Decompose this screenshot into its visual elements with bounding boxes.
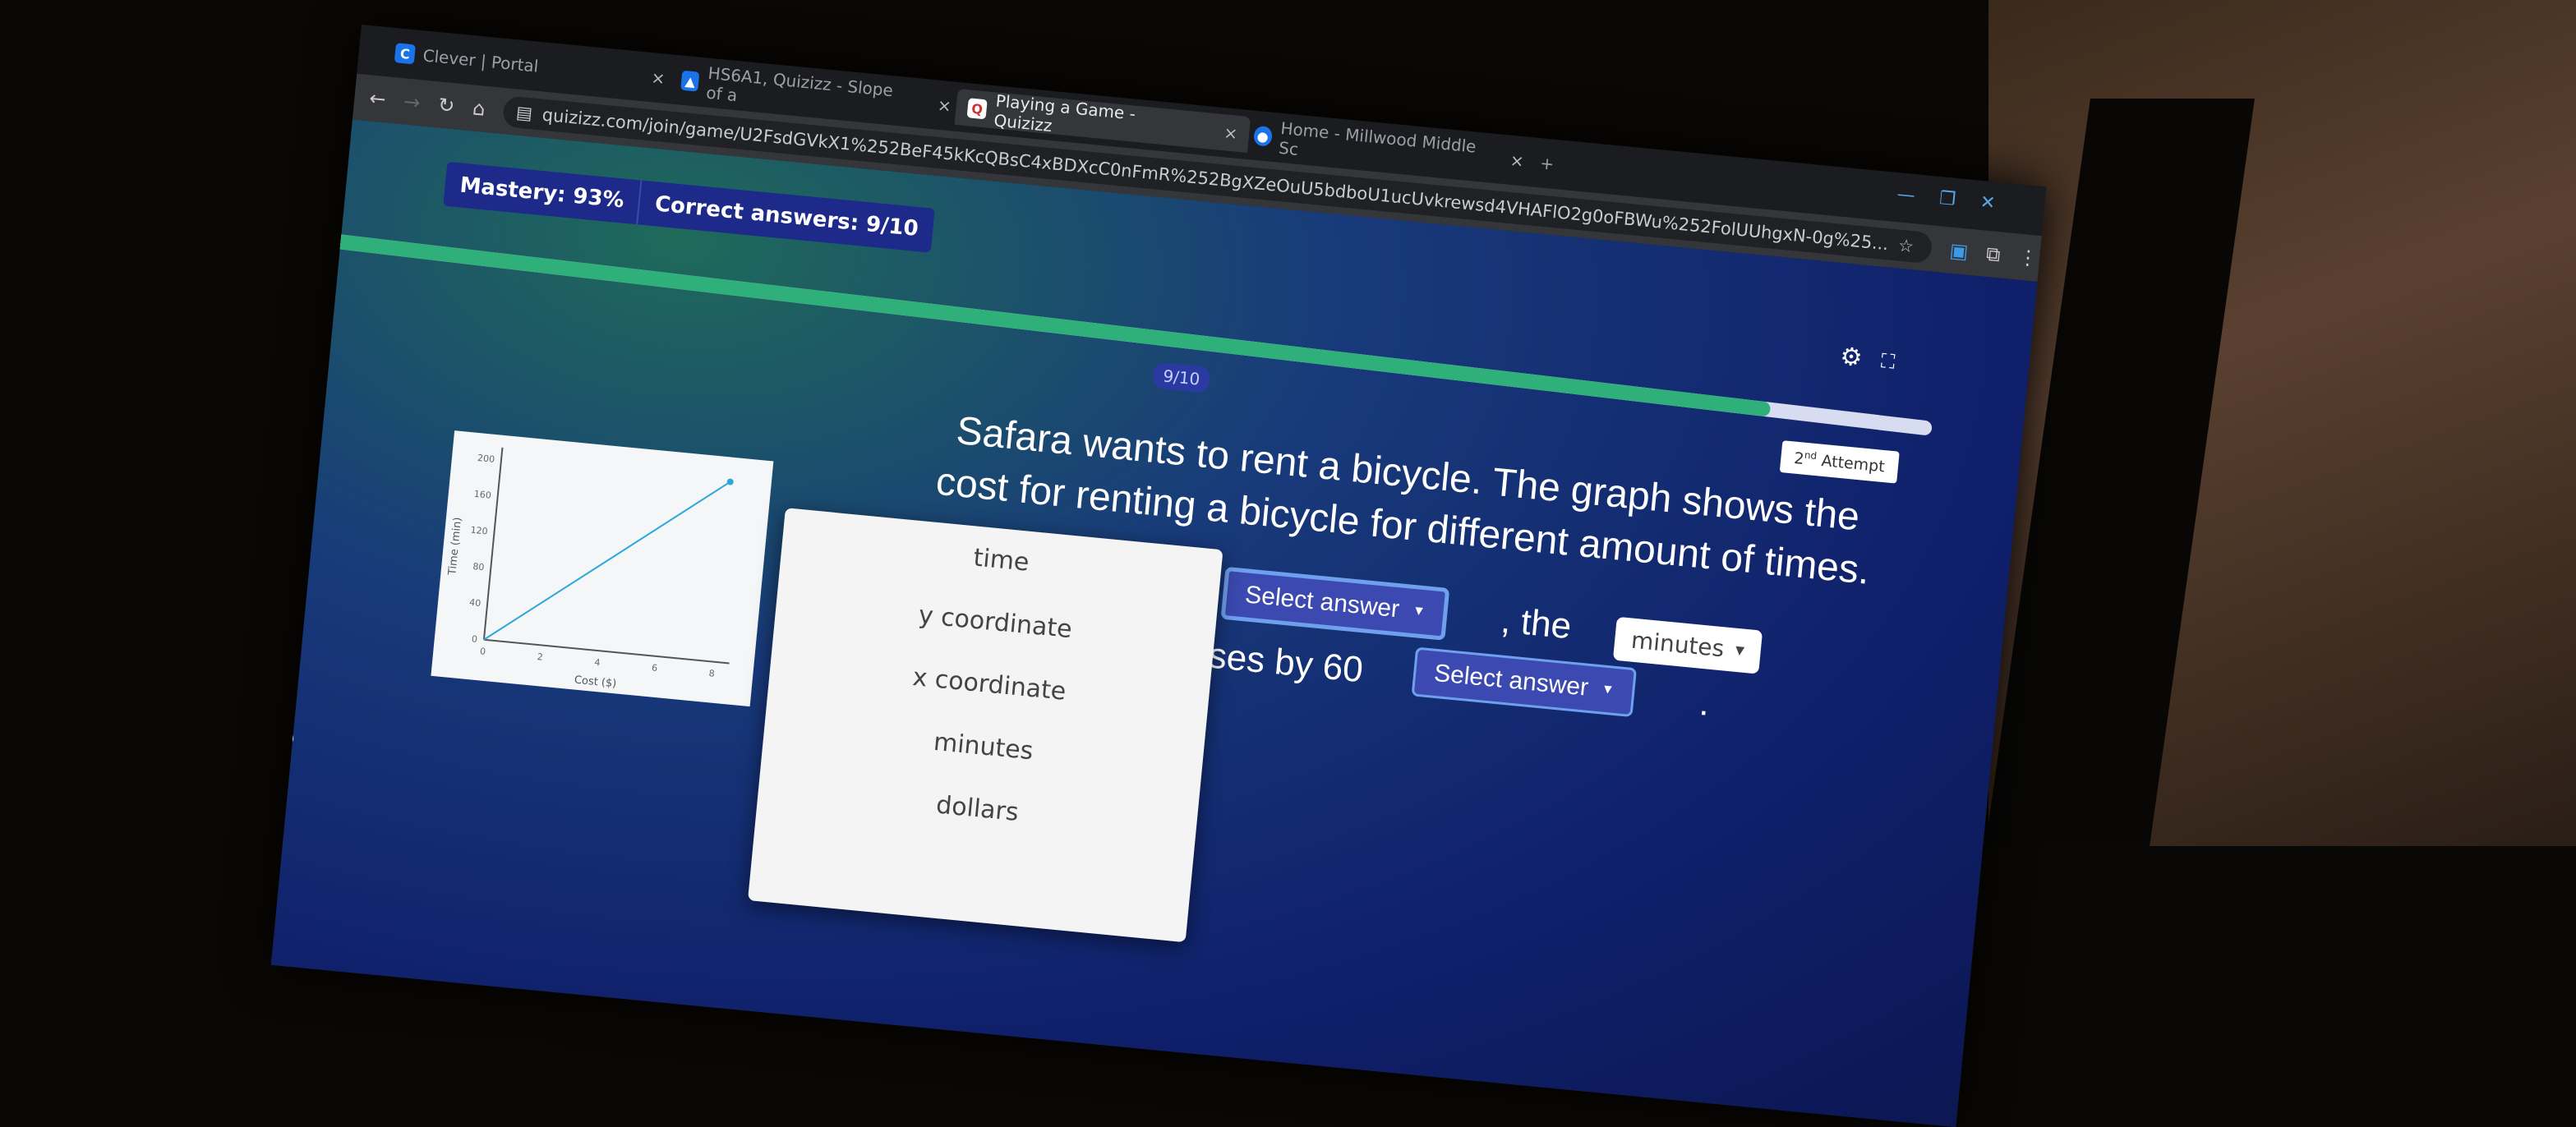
close-icon[interactable]: × xyxy=(626,65,666,88)
progress-bar xyxy=(315,231,1933,436)
fullscreen-icon[interactable]: ⛶ xyxy=(1880,349,1896,373)
minutes-dropdown[interactable]: minutes ▼ xyxy=(1612,616,1763,674)
tab-label: Clever | Portal xyxy=(422,45,540,76)
dropdown-menu: time y coordinate x coordinate minutes d… xyxy=(747,508,1223,943)
x-tick-label: 8 xyxy=(708,668,715,679)
attempt-badge: 2nd Attempt xyxy=(1779,440,1900,484)
caret-down-icon: ▼ xyxy=(1735,643,1745,658)
select-answer-dropdown-1[interactable]: Select answer ▼ xyxy=(1220,566,1450,641)
increases-text: ses by 60 xyxy=(1206,635,1365,691)
comma-the-text: , the xyxy=(1499,600,1574,647)
y-tick-label: 120 xyxy=(470,525,488,537)
quizizz-game: Mastery: 93% Correct answers: 9/10 9/10 … xyxy=(270,119,2038,1127)
minutes-value: minutes xyxy=(1629,626,1726,663)
attempt-suffix: nd xyxy=(1804,448,1818,462)
zoom-image-icon[interactable]: ⊕ xyxy=(275,723,297,752)
x-tick-label: 2 xyxy=(537,651,543,663)
restore-icon[interactable]: ❐ xyxy=(1938,188,1956,210)
series-line xyxy=(483,481,731,641)
progress-fill xyxy=(315,231,1772,417)
close-icon[interactable]: × xyxy=(912,93,952,116)
x-axis-label: Cost ($) xyxy=(574,674,617,691)
laptop-screen: C Clever | Portal × ▲ HS6A1, Quizizz - Slop… xyxy=(270,25,2047,1127)
close-icon[interactable]: × xyxy=(1198,120,1238,143)
settings-gear-icon[interactable]: ⚙ xyxy=(1839,342,1864,372)
question-graph[interactable]: 0 2 4 6 8 0 40 80 120 160 200 Cost ($) Time (min) xyxy=(431,430,774,707)
question-number: 9/10 xyxy=(1152,361,1211,393)
caret-down-icon: ▼ xyxy=(1601,682,1615,697)
stats-bar: Mastery: 93% Correct answers: 9/10 xyxy=(443,161,936,253)
y-axis-label: Time (min) xyxy=(446,517,464,577)
close-icon[interactable]: × xyxy=(1485,148,1525,171)
back-icon[interactable]: ← xyxy=(368,86,387,111)
forward-icon[interactable]: → xyxy=(403,90,422,114)
quizizz-icon: Q xyxy=(966,98,988,120)
y-tick-label: 40 xyxy=(469,597,482,609)
correct-answers-stat: Correct answers: 9/10 xyxy=(636,180,936,253)
y-tick-label: 0 xyxy=(471,633,477,645)
x-axis xyxy=(483,638,730,665)
x-tick-label: 4 xyxy=(594,657,601,669)
new-tab-button[interactable]: + xyxy=(1527,144,1567,183)
classroom-icon: ▲ xyxy=(680,70,700,92)
y-axis xyxy=(482,447,504,640)
caret-down-icon: ▼ xyxy=(1412,603,1426,619)
y-tick-label: 80 xyxy=(472,561,485,573)
reload-icon[interactable]: ↻ xyxy=(437,93,456,117)
home-icon[interactable]: ⌂ xyxy=(472,96,486,120)
graph-chart: 0 2 4 6 804080120160200Cost ($)Time (min) xyxy=(446,447,734,691)
x-tick-label: 6 xyxy=(651,662,657,674)
window-controls: — ❐ ✕ xyxy=(1896,184,1996,214)
bookmark-star-icon[interactable]: ☆ xyxy=(1897,236,1915,257)
select-label: Select answer xyxy=(1243,581,1401,623)
clever-icon: C xyxy=(394,43,416,65)
extensions-puzzle-icon[interactable]: ⧉ xyxy=(1985,242,2002,267)
period-text: . xyxy=(1698,682,1712,724)
select-answer-dropdown-2[interactable]: Select answer ▼ xyxy=(1411,646,1638,718)
extension-icon[interactable]: ▣ xyxy=(1948,239,1969,264)
x-tick-label: 0 xyxy=(479,646,486,657)
mastery-stat: Mastery: 93% xyxy=(459,172,625,214)
attempt-label: Attempt xyxy=(1820,452,1886,476)
y-tick-label: 160 xyxy=(473,489,491,501)
school-icon: ● xyxy=(1252,125,1273,147)
y-tick-label: 200 xyxy=(477,453,495,465)
minimize-icon[interactable]: — xyxy=(1896,184,1915,206)
site-info-icon[interactable]: ▤ xyxy=(515,103,533,124)
select-label: Select answer xyxy=(1432,659,1590,702)
close-window-icon[interactable]: ✕ xyxy=(1979,192,1997,214)
